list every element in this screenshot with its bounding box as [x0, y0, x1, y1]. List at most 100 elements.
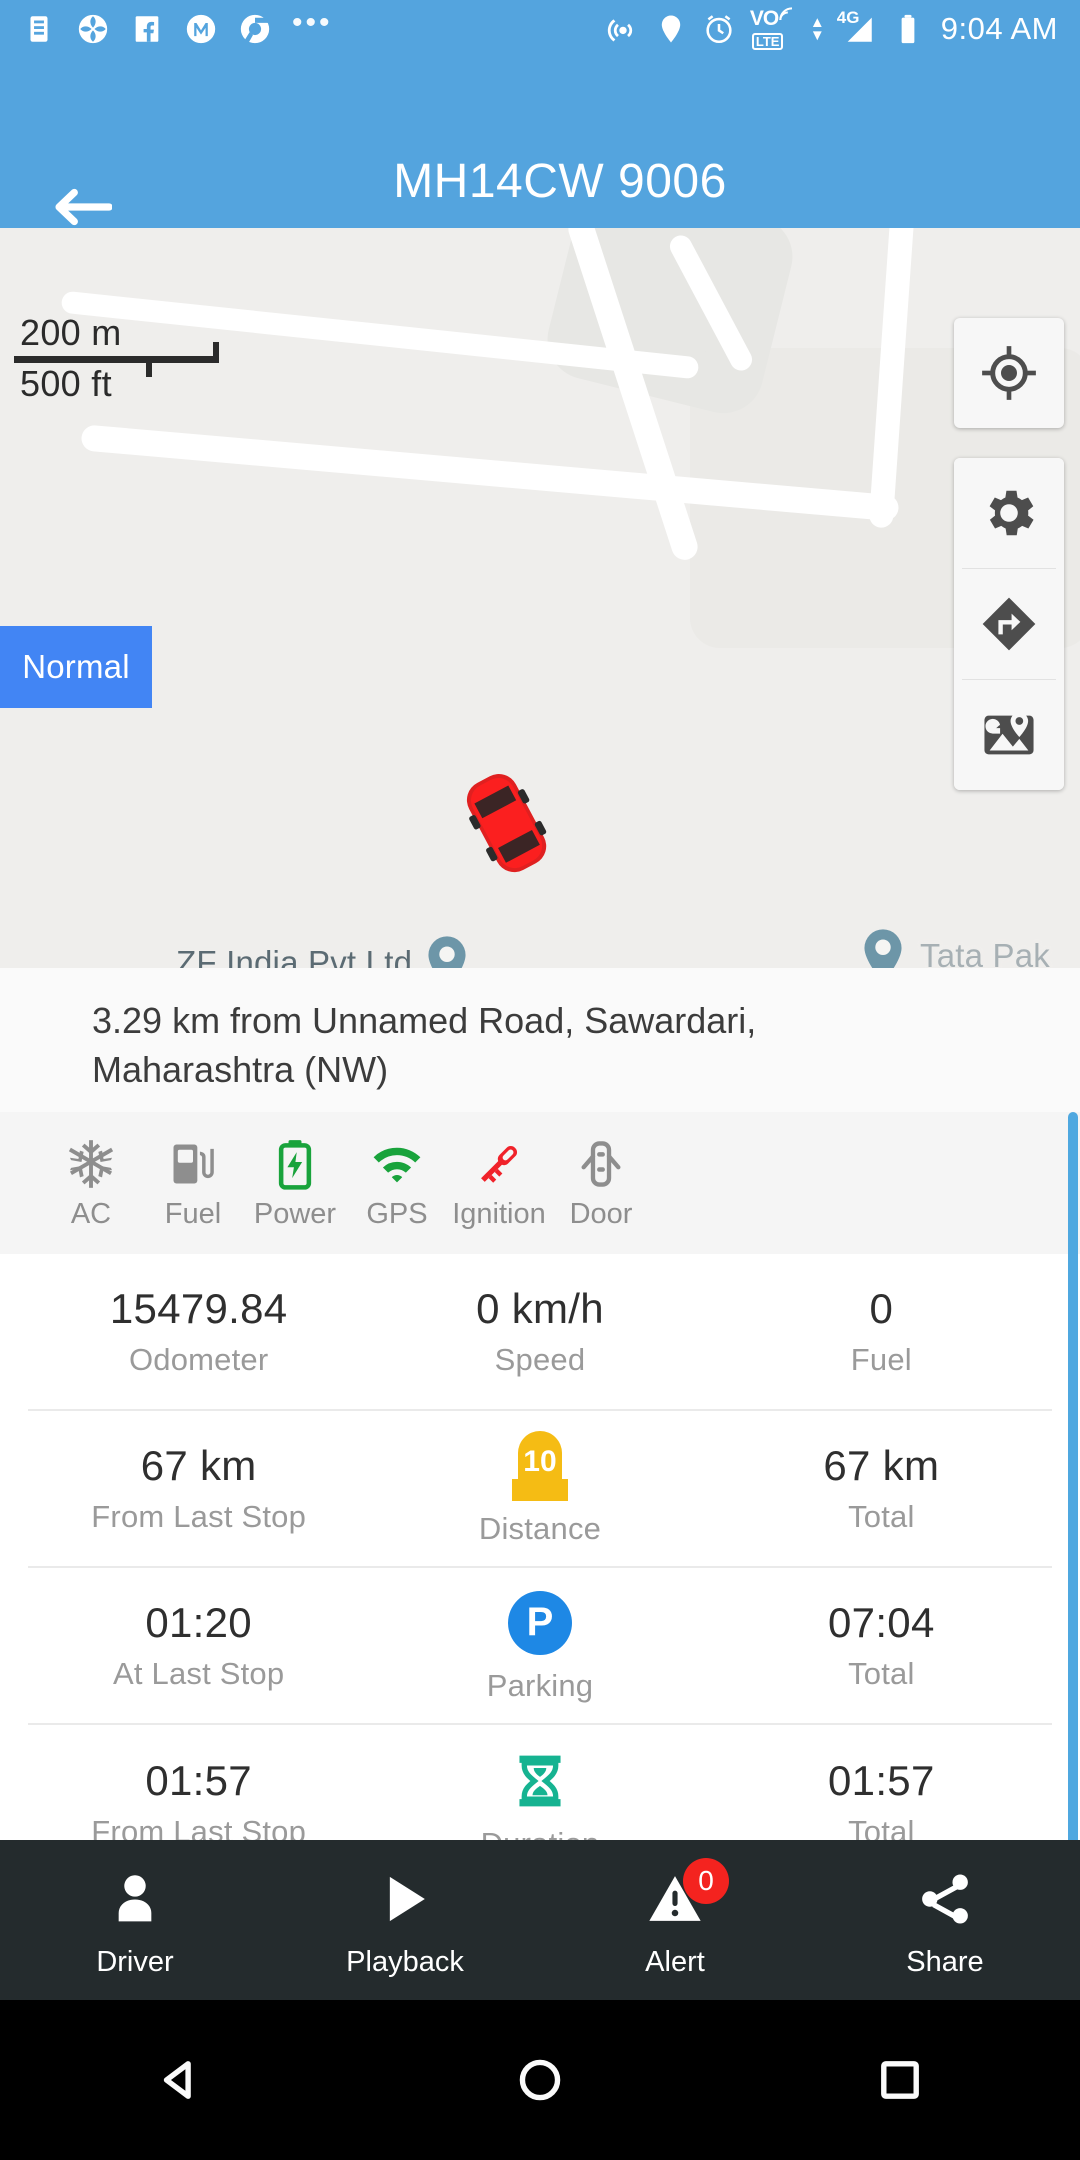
gps-label: GPS [366, 1197, 428, 1230]
door-label: Door [569, 1197, 633, 1230]
ignition-status[interactable]: Ignition [448, 1136, 550, 1231]
facebook-icon [130, 12, 164, 46]
parking-icon: P [507, 1588, 572, 1658]
fuel-status[interactable]: Fuel [142, 1136, 244, 1231]
nav-label-share: Share [906, 1945, 984, 1978]
metric-label: Total [848, 1656, 915, 1691]
metric-label: From Last Stop [91, 1499, 307, 1534]
directions-arrow-icon [982, 597, 1036, 651]
map-pin-icon [428, 936, 466, 968]
map-type-button[interactable] [954, 680, 1064, 790]
android-home-button[interactable] [470, 2035, 610, 2125]
ignition-label: Ignition [452, 1197, 546, 1230]
address-panel: 3.29 km from Unnamed Road, Sawardari, Ma… [0, 968, 1080, 1112]
volte-icon: VO LTE [749, 7, 796, 50]
metric-parking-at-last-stop: 01:20 At Last Stop [28, 1599, 369, 1692]
nav-item-driver[interactable]: Driver [0, 1862, 270, 1979]
metric-label: Speed [494, 1342, 586, 1377]
share-icon [917, 1862, 973, 1936]
hourglass-icon [511, 1746, 569, 1816]
power-status[interactable]: Power [244, 1136, 346, 1231]
hotspot-icon [606, 12, 640, 46]
milestone-icon: 10 [511, 1430, 568, 1501]
vehicle-marker-red-car-icon[interactable] [425, 741, 587, 903]
app-bar: MH14CW 9006 27-11-2018 09:02:49 [0, 58, 1080, 265]
my-location-button[interactable] [954, 318, 1064, 428]
nav-item-playback[interactable]: Playback [270, 1862, 540, 1979]
nav-label-alert: Alert [645, 1945, 705, 1978]
metric-label: Odometer [128, 1342, 269, 1377]
directions-button[interactable] [954, 569, 1064, 679]
metric-odometer: 15479.84 Odometer [28, 1285, 369, 1378]
warning-icon: 0 [647, 1857, 729, 1936]
fuel-label: Fuel [164, 1197, 222, 1230]
signal-4g-icon: 4G [837, 8, 883, 46]
table-row: 15479.84 Odometer 0 km/h Speed 0 Fuel [28, 1254, 1052, 1411]
notification-icons: ••• [22, 6, 333, 46]
metric-value: 07:04 [828, 1599, 935, 1646]
metric-parking: P Parking [369, 1588, 710, 1704]
hourglass-shape [519, 1755, 561, 1806]
metric-value: 01:57 [145, 1757, 252, 1804]
parking-circle: P [507, 1590, 572, 1655]
crosshair-icon [982, 346, 1036, 400]
metric-value: 67 km [823, 1442, 940, 1489]
metric-value: 0 [869, 1285, 894, 1332]
status-badge: Normal [0, 626, 152, 708]
person-icon [107, 1862, 163, 1936]
square-recents-icon [881, 2061, 919, 2099]
snowflake-icon [68, 1139, 114, 1188]
ac-status[interactable]: AC [40, 1136, 142, 1231]
power-label: Power [253, 1197, 337, 1230]
location-icon [654, 12, 688, 46]
volte-primary-text: VO [749, 7, 779, 30]
map-view[interactable]: 200 m 500 ft ZF India Pvt.Ltd Tata Pak N… [0, 228, 1080, 968]
bottom-navigation-bar: Driver Playback 0 Alert Share [0, 1840, 1080, 2000]
vehicle-status-strip: AC Fuel Power GPS Ignition Door [0, 1112, 1080, 1254]
status-bar-clock: 9:04 AM [940, 11, 1058, 46]
metric-speed: 0 km/h Speed [369, 1285, 710, 1378]
metrics-table: 15479.84 Odometer 0 km/h Speed 0 Fuel 67… [0, 1254, 1080, 1882]
vertical-scrollbar[interactable] [1068, 1112, 1078, 1862]
android-recents-button[interactable] [830, 2035, 970, 2125]
system-status-bar: ••• VO LTE ▲ ▼ 4G 9:04 AM [0, 0, 1080, 58]
poi-label: ZF India Pvt.Ltd [176, 944, 413, 968]
metric-label: Total [848, 1499, 915, 1534]
gps-status[interactable]: GPS [346, 1136, 448, 1231]
map-controls-group [954, 458, 1064, 790]
play-icon [377, 1862, 433, 1936]
metric-parking-total: 07:04 Total [711, 1599, 1052, 1692]
map-pin-icon-2 [864, 929, 902, 968]
poi-zf-india[interactable]: ZF India Pvt.Ltd [176, 935, 468, 968]
android-navigation-bar [0, 2000, 1080, 2160]
map-scale-bar: 200 m 500 ft [14, 313, 219, 404]
wifi-icon [373, 1147, 421, 1182]
metric-duration-total: 01:57 Total [711, 1757, 1052, 1850]
settings-button[interactable] [954, 458, 1064, 568]
metric-label: Parking [486, 1667, 594, 1703]
data-transfer-icon: ▲ ▼ [809, 14, 825, 44]
metric-distance-total: 67 km Total [711, 1442, 1052, 1535]
ac-label: AC [70, 1197, 112, 1230]
alarm-icon [702, 12, 736, 46]
nav-item-alert[interactable]: 0 Alert [540, 1857, 810, 1979]
nav-item-share[interactable]: Share [810, 1862, 1080, 1979]
car-door-icon [581, 1140, 621, 1187]
map-controls [954, 318, 1064, 790]
app-screen: ••• VO LTE ▲ ▼ 4G 9:04 AM MH14CW 9006 20… [0, 0, 1080, 2160]
metric-label: At Last Stop [113, 1656, 285, 1691]
metric-duration-from-last-stop: 01:57 From Last Stop [28, 1757, 369, 1850]
circle-home-icon [519, 2059, 561, 2101]
metric-label: Fuel [850, 1342, 912, 1377]
more-dots-icon: ••• [292, 6, 333, 39]
android-back-button[interactable] [110, 2035, 250, 2125]
battery-bolt-icon [278, 1139, 312, 1190]
milestone-number: 10 [523, 1444, 557, 1478]
poi-tata-pak[interactable]: Tata Pak [862, 928, 1050, 968]
triangle-back-icon [163, 2061, 191, 2099]
milestone-base [511, 1478, 568, 1501]
scale-imperial-label: 500 ft [20, 363, 112, 404]
metric-value: 15479.84 [109, 1285, 288, 1332]
fuel-pump-icon [173, 1144, 214, 1183]
door-status[interactable]: Door [550, 1136, 652, 1231]
